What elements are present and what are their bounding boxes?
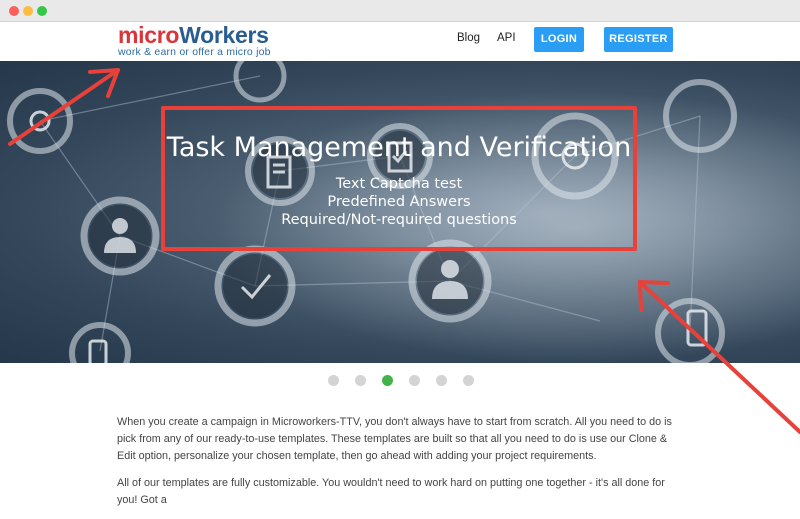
hero-feature-line: Required/Not-required questions xyxy=(281,212,517,228)
close-window-button[interactable] xyxy=(9,6,19,16)
carousel-dot[interactable] xyxy=(355,375,366,386)
register-button[interactable]: REGISTER xyxy=(604,27,673,52)
content-paragraph: When you create a campaign in Microworke… xyxy=(117,416,672,462)
carousel-indicators xyxy=(0,375,800,387)
browser-window: microWorkers work & earn or offer a micr… xyxy=(0,0,800,506)
hero-feature-line: Text Captcha test xyxy=(335,176,463,192)
login-button[interactable]: LOGIN xyxy=(534,27,584,52)
carousel-dot[interactable] xyxy=(436,375,447,386)
nav-api-link[interactable]: API xyxy=(497,32,516,44)
nav-blog-link[interactable]: Blog xyxy=(457,32,480,44)
carousel-dot[interactable] xyxy=(328,375,339,386)
carousel-dot[interactable] xyxy=(463,375,474,386)
page-content: When you create a campaign in Microworke… xyxy=(117,414,687,519)
hero-feature-line: Predefined Answers xyxy=(327,194,471,210)
carousel-dot-active[interactable] xyxy=(382,375,393,386)
logo-wordmark: microWorkers xyxy=(118,22,269,48)
title-bar xyxy=(0,0,800,22)
hero-caption: Task Management and Verification Text Ca… xyxy=(162,129,636,229)
content-paragraph: All of our templates are fully customiza… xyxy=(117,477,665,506)
carousel-dot[interactable] xyxy=(409,375,420,386)
minimize-window-button[interactable] xyxy=(23,6,33,16)
maximize-window-button[interactable] xyxy=(37,6,47,16)
hero-title: Task Management and Verification xyxy=(166,132,632,163)
hero-banner: Task Management and Verification Text Ca… xyxy=(0,61,800,363)
site-logo[interactable]: microWorkers work & earn or offer a micr… xyxy=(118,23,271,58)
site-header: microWorkers work & earn or offer a micr… xyxy=(0,22,800,61)
logo-tagline: work & earn or offer a micro job xyxy=(118,46,271,58)
